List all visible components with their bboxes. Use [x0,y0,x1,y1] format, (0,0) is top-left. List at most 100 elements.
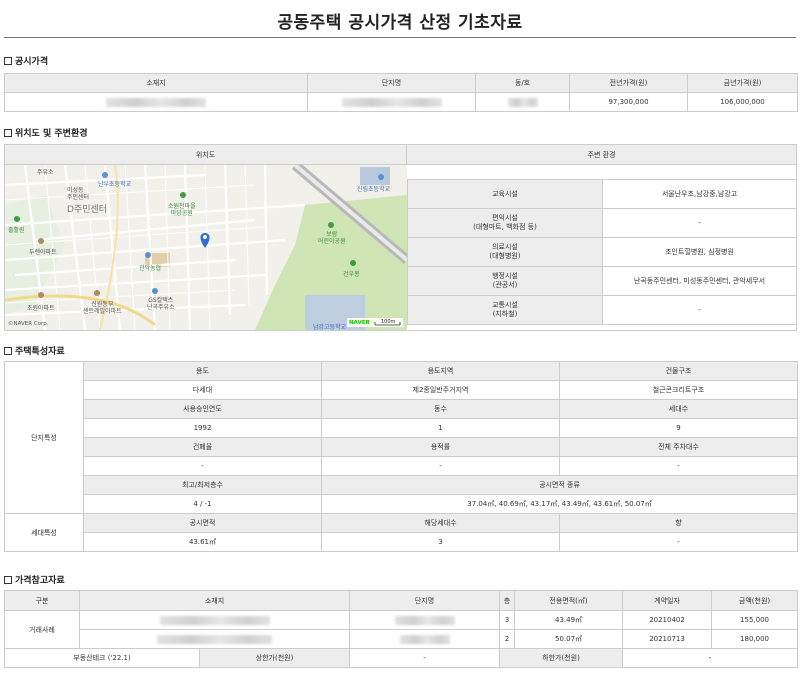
map-label-elementary: 신림초등학교 [357,186,391,193]
section-location-title: 위치도 및 주변환경 [15,129,88,139]
map-label-apartment: 두렌아파트 [29,249,57,256]
header-amount: 금액(천원) [711,590,799,611]
env-label-administrative: 행정시설 (관공서) [407,266,603,296]
header-contract-date: 계약일자 [622,590,713,611]
upper-price-label: 상한가(천원) [198,648,351,668]
floor-area-ratio-value: - [321,456,560,476]
header-floors: 최고/최저층수 [83,475,322,495]
header-exclusive-area: 전용면적(㎡) [514,590,624,611]
checkbox-square-icon [4,128,12,137]
environment-table: 교육시설 서울난우초,남강중,남강고 편익시설 (대형마트, 백화점 등) - 의료… [407,179,797,325]
redacted-block [341,97,442,107]
env-value-convenience: - [602,208,797,238]
location-map[interactable]: 난우초등학교 미성동 주민센터 D주민센터 출활원 두렌아파트 소원천마을 마당… [5,165,407,330]
map-label-park: 소원천마을 마당공원 [168,203,196,217]
header-ref-complex: 단지명 [349,590,501,611]
header-approval-year: 사용승인연도 [83,399,322,419]
header-structure: 건물구조 [559,361,798,381]
env-header: 주변 환경 [407,145,796,165]
ref-complex-redacted [349,610,501,630]
header-prev-price: 전년가격(원) [569,73,688,93]
ref-floor-2: 2 [499,629,516,649]
env-value-education: 서울난우초,남강중,남강고 [602,179,797,209]
header-curr-price: 금년가격(원) [687,73,798,93]
floors-value: 4 / -1 [83,494,322,514]
map-label-peak: 건우봉 [343,271,360,278]
map-label-kids-park: 보람 어린이공원 [318,231,346,245]
public-area-value: 43.61㎡ [83,532,322,552]
coverage-ratio-value: - [83,456,322,476]
parking-value: - [559,456,798,476]
map-label-gas-station: GS칼텍스 난곡주유소 [147,297,175,311]
section-reference-title: 가격참고자료 [15,576,65,586]
address-redacted [4,92,308,112]
features-table: 단지특성 용도 용도지역 건물구조 다세대 제2종일반주거지역 철근콘크리트구조… [4,361,798,552]
header-parking: 전체 주차대수 [559,437,798,457]
header-building-count: 동수 [321,399,560,419]
map-copyright: ©NAVER Corp. [8,321,49,327]
header-usage: 용도 [83,361,322,381]
checkbox-square-icon [4,346,12,355]
map-label-bank: 관악농협 [139,265,162,272]
env-value-medical: 조인트힐병원, 심정병원 [602,237,797,267]
map-label-church: 출활원 [8,227,25,234]
env-value-administrative: 난곡동주민센터, 미성동주민센터, 관악세무서 [602,266,797,296]
header-floor: 층 [499,590,516,611]
orientation-value: - [559,532,798,552]
env-label-convenience: 편익시설 (대형마트, 백화점 등) [407,208,603,238]
ref-date-1: 20210402 [622,610,713,630]
header-floor-area-ratio: 용적률 [321,437,560,457]
header-coverage-ratio: 건폐율 [83,437,322,457]
lower-price-value: - [622,648,799,668]
approval-year-value: 1992 [83,418,322,438]
header-complex-name: 단지명 [307,73,476,93]
reference-table: 구분 소재지 단지명 층 전용면적(㎡) 계약일자 금액(천원) 거래사례 3 … [4,590,799,668]
household-count-value: 9 [559,418,798,438]
structure-value: 철근콘크리트구조 [559,380,798,400]
ref-address-redacted [78,629,351,649]
usage-value: 다세대 [83,380,322,400]
complex-features-label: 단지특성 [4,361,84,514]
redacted-block [159,615,270,625]
map-label-highschool: 남강고등학교 [313,324,347,330]
header-orientation: 향 [559,513,798,533]
section-price-heading: 공시가격 [4,54,48,67]
building-count-value: 1 [321,418,560,438]
household-features-label: 세대특성 [4,513,84,552]
ref-area-2: 50.07㎡ [514,629,624,649]
title-divider [4,37,796,38]
map-scale-label: 100m [381,319,396,325]
map-label-station: 주유소 [37,169,54,176]
dong-ho-redacted [475,92,570,112]
ref-floor-1: 3 [499,610,516,630]
header-area-types: 공시면적 종류 [321,475,798,495]
ref-address-redacted [78,610,351,630]
curr-price-value: 106,000,000 [687,92,798,112]
redacted-block [507,97,538,107]
ref-amount-1: 155,000 [711,610,799,630]
complex-name-redacted [307,92,476,112]
checkbox-square-icon [4,56,12,65]
ref-amount-2: 180,000 [711,629,799,649]
header-category: 구분 [4,590,80,611]
location-panel: 위치도 주변 환경 난우초등학교 미성동 주민센터 D주민센터 출활원 두렌아파… [4,144,797,331]
naver-logo: NAVER [349,320,370,326]
section-features-title: 주택특성자료 [15,347,65,357]
redacted-block [157,634,272,644]
redacted-block [394,615,455,625]
prev-price-value: 97,300,000 [569,92,688,112]
header-ref-address: 소재지 [78,590,351,611]
map-label-d-center: D주민센터 [67,205,108,215]
redacted-block [106,97,206,107]
lower-price-label: 하한가(천원) [499,648,624,668]
header-units: 해당세대수 [321,513,560,533]
redacted-block [399,634,450,644]
section-reference-heading: 가격참고자료 [4,573,65,586]
header-address: 소재지 [4,73,308,93]
page-title: 공동주택 공시가격 산정 기초자료 [277,13,523,33]
map-label-centreville: 신원동부 센트레빌아파트 [83,301,122,315]
header-dong-ho: 동/호 [475,73,570,93]
section-price-title: 공시가격 [15,57,49,67]
map-label-chowon: 초원아파트 [27,305,55,312]
map-label-school: 난우초등학교 [98,181,132,188]
